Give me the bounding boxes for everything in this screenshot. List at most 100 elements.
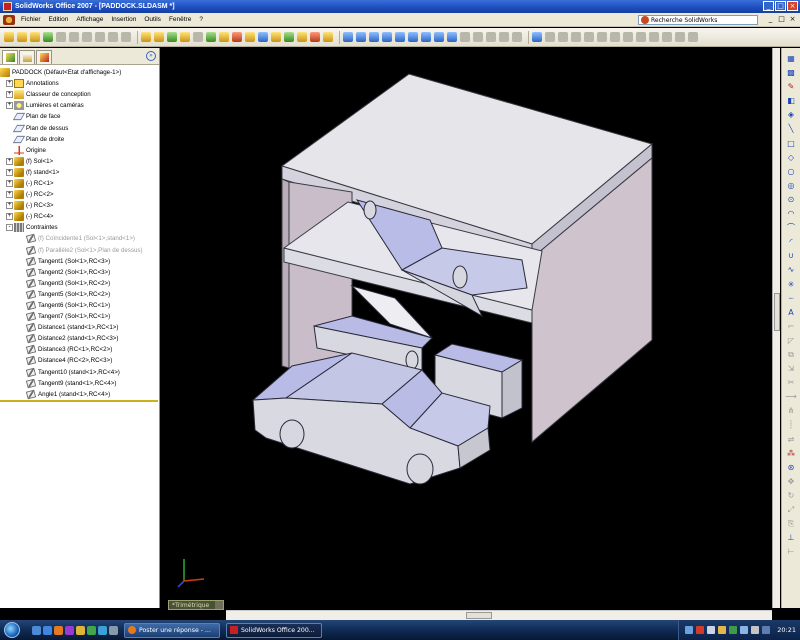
expand-icon[interactable]: + — [6, 213, 13, 221]
collapse-icon[interactable]: - — [6, 224, 13, 232]
taskbar-item-solidworks[interactable]: SolidWorks Office 200... — [226, 622, 322, 638]
single-view-icon[interactable] — [460, 32, 470, 42]
right-view-icon[interactable] — [382, 32, 392, 42]
three-point-arc-icon[interactable]: ◜ — [786, 237, 796, 247]
rib-icon[interactable] — [649, 32, 659, 42]
expand-icon[interactable]: + — [6, 191, 13, 199]
insert-component-icon[interactable] — [141, 32, 151, 42]
update-icon[interactable] — [718, 626, 727, 634]
mate-item[interactable]: Tangent3 (Sol<1>,RC<2>) — [0, 278, 159, 289]
tree-item[interactable]: + (f) stand<1> — [0, 167, 159, 178]
two-view-vertical-icon[interactable] — [486, 32, 496, 42]
loft-icon[interactable] — [597, 32, 607, 42]
explorer-icon[interactable] — [76, 625, 85, 635]
delete-icon[interactable] — [121, 32, 131, 42]
network-icon[interactable] — [685, 626, 694, 634]
ellipse-icon[interactable]: ⊙ — [786, 195, 796, 205]
new-document-icon[interactable] — [4, 32, 14, 42]
3d-sketch-icon[interactable] — [323, 32, 333, 42]
tree-item[interactable]: + (f) Sol<1> — [0, 156, 159, 167]
tree-item[interactable]: + (-) RC<4> — [0, 211, 159, 222]
security-icon[interactable] — [729, 626, 738, 634]
mate-item[interactable]: Distance1 (stand<1>,RC<1>) — [0, 322, 159, 333]
power-icon[interactable] — [751, 626, 760, 634]
menu-outils[interactable]: Outils — [140, 16, 165, 23]
menu-insertion[interactable]: Insertion — [107, 16, 140, 23]
linear-pattern-icon[interactable]: ⁂ — [786, 449, 796, 459]
doc-minimize-button[interactable]: _ — [766, 15, 775, 24]
chamfer-icon[interactable] — [623, 32, 633, 42]
tree-item[interactable]: Plan de face — [0, 111, 159, 122]
tree-item[interactable]: - Contraintes — [0, 222, 159, 233]
trim-icon[interactable]: ✂ — [786, 378, 796, 388]
minimize-button[interactable]: _ — [763, 1, 774, 11]
spline-icon[interactable]: ∿ — [786, 265, 796, 275]
doc-close-button[interactable]: × — [788, 15, 797, 24]
open-icon[interactable] — [17, 32, 27, 42]
ie-icon[interactable] — [43, 625, 52, 635]
left-view-icon[interactable] — [369, 32, 379, 42]
mate-item[interactable]: Angle1 (stand<1>,RC<4>) — [0, 389, 159, 400]
doc-restore-button[interactable]: □ — [777, 15, 786, 24]
options-icon[interactable] — [245, 32, 255, 42]
tree-item[interactable]: + Lumières et caméras — [0, 100, 159, 111]
line-icon[interactable]: ╲ — [786, 124, 796, 134]
scale-icon[interactable]: ⤢ — [786, 505, 796, 515]
normal-to-icon[interactable] — [447, 32, 457, 42]
mirror-icon[interactable] — [675, 32, 685, 42]
language-icon[interactable] — [762, 626, 771, 634]
menu-affichage[interactable]: Affichage — [72, 16, 107, 23]
mate-item[interactable]: Tangent1 (Sol<1>,RC<3>) — [0, 256, 159, 267]
zoom-fit-icon[interactable] — [258, 32, 268, 42]
rectangle-icon[interactable]: □ — [786, 139, 796, 149]
chamfer-icon[interactable]: ◸ — [786, 336, 796, 346]
rotate-view-icon[interactable] — [297, 32, 307, 42]
point-icon[interactable]: ✳ — [786, 280, 796, 290]
graphics-viewport[interactable] — [162, 48, 772, 600]
fillet-icon[interactable] — [610, 32, 620, 42]
front-view-icon[interactable] — [343, 32, 353, 42]
select-icon[interactable]: ▦ — [786, 54, 796, 64]
smart-fasteners-icon[interactable] — [193, 32, 203, 42]
grid-icon[interactable]: ▩ — [786, 68, 796, 78]
link-views-icon[interactable] — [512, 32, 522, 42]
start-button[interactable] — [0, 620, 24, 640]
trimetric-view-icon[interactable] — [434, 32, 444, 42]
tree-item[interactable]: Origine — [0, 145, 159, 156]
solidworks-logo-icon[interactable] — [3, 14, 15, 25]
top-view-icon[interactable] — [395, 32, 405, 42]
zoom-area-icon[interactable] — [271, 32, 281, 42]
show-desktop-icon[interactable] — [32, 625, 41, 635]
close-button[interactable]: × — [787, 1, 798, 11]
mate-item[interactable]: Tangent9 (stand<1>,RC<4>) — [0, 378, 159, 389]
pan-icon[interactable] — [284, 32, 294, 42]
messenger-icon[interactable] — [87, 625, 96, 635]
sweep-icon[interactable] — [584, 32, 594, 42]
isometric-view-icon[interactable] — [421, 32, 431, 42]
mate-item[interactable]: Tangent2 (Sol<1>,RC<3>) — [0, 267, 159, 278]
firefox-icon[interactable] — [54, 625, 63, 635]
tab-feature-tree[interactable] — [2, 50, 18, 64]
skype-icon[interactable] — [98, 625, 107, 635]
mate-item[interactable]: Tangent7 (Sol<1>,RC<1>) — [0, 311, 159, 322]
tangent-arc-icon[interactable]: ⌒ — [786, 223, 796, 233]
mate-item[interactable]: Tangent5 (Sol<1>,RC<2>) — [0, 289, 159, 300]
draft-icon[interactable] — [662, 32, 672, 42]
tree-item[interactable]: + (-) RC<3> — [0, 200, 159, 211]
move-icon[interactable]: ✥ — [786, 477, 796, 487]
text-icon[interactable]: A — [786, 308, 796, 318]
menu-help[interactable]: ? — [195, 16, 207, 23]
view-dropdown-icon[interactable] — [215, 601, 223, 609]
interference-detection-icon[interactable] — [219, 32, 229, 42]
tree-item[interactable]: + (-) RC<2> — [0, 189, 159, 200]
revolve-icon[interactable] — [571, 32, 581, 42]
sketch-icon[interactable]: ✎ — [786, 82, 796, 92]
construction-geometry-icon[interactable]: ┊ — [786, 420, 796, 430]
smart-dimension-icon[interactable]: ◈ — [786, 110, 796, 120]
pattern-icon[interactable] — [688, 32, 698, 42]
sketch-icon[interactable] — [545, 32, 555, 42]
tree-item[interactable]: Plan de dessus — [0, 122, 159, 133]
vertical-scroll-thumb[interactable] — [774, 293, 780, 331]
save-icon[interactable] — [30, 32, 40, 42]
taskbar-item-browser[interactable]: Poster une réponse - ... — [124, 622, 220, 638]
